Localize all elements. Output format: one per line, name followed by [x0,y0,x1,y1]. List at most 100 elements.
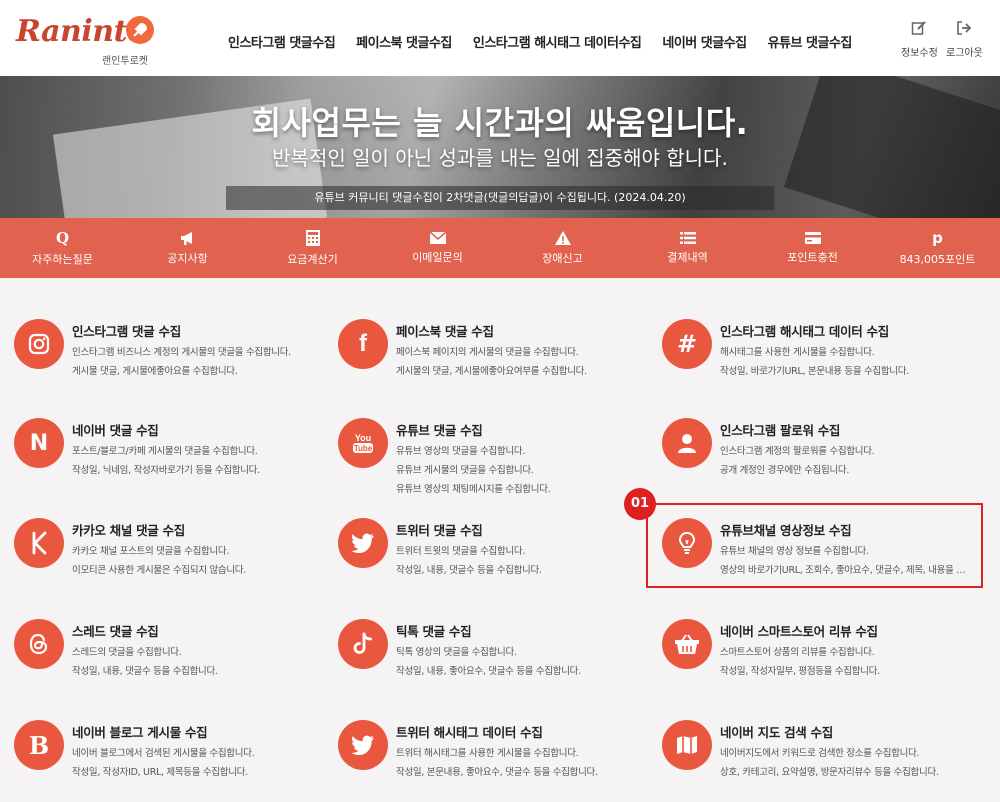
nav-item-instagram-hashtag[interactable]: 인스타그램 해시태그 데이터수집 [473,32,642,51]
service-card-youtube-comments[interactable]: You Tube 유튜브 댓글 수집 유튜브 영상의 댓글을 수집합니다. 유튜브… [338,418,658,508]
quick-notice[interactable]: 공지사항 [125,218,250,278]
service-description: 트위터 해시태그를 사용한 게시물을 수집합니다. 작성일, 본문내용, 좋아요… [396,744,646,782]
logo[interactable]: Raninto 랜인투로켓 [16,14,156,70]
nav-item-instagram-comments[interactable]: 인스타그램 댓글수집 [228,32,336,51]
quick-email[interactable]: 이메일문의 [375,218,500,278]
service-card-kakao-channel[interactable]: 카카오 채널 댓글 수집 카카오 채널 포스트의 댓글을 수집합니다. 이모티콘… [14,518,334,608]
service-description: 인스타그램 비즈니스 계정의 게시물의 댓글을 수집합니다. 게시물 댓글, 게… [72,343,322,381]
quick-payment-history-label: 결제내역 [667,251,708,264]
service-description: 카카오 채널 포스트의 댓글을 수집합니다. 이모티콘 사용한 게시물은 수집되… [72,542,322,580]
service-desc-line: 유튜브 영상의 채팅메시지를 수집합니다. [396,484,551,495]
youtube-icon: You Tube [338,418,388,468]
twitter-icon [338,518,388,568]
hero-subtitle: 반복적인 일이 아닌 성과를 내는 일에 집중해야 합니다. [272,146,728,170]
service-desc-line: 인스타그램 계정의 팔로워를 수집합니다. [720,446,875,457]
service-description: 인스타그램 계정의 팔로워를 수집합니다. 공개 계정인 경우에만 수집됩니다. [720,442,970,480]
service-card-instagram-hashtag[interactable]: # 인스타그램 해시태그 데이터 수집 해시태그를 사용한 게시물을 수집합니다… [662,319,982,409]
logout-icon [956,20,972,40]
service-desc-line: 작성일, 내용, 좋아요수, 댓글수 등을 수집합니다. [396,666,581,677]
service-card-threads-comments[interactable]: 스레드 댓글 수집 스레드의 댓글을 수집합니다. 작성일, 내용, 댓글수 등… [14,619,334,709]
service-card-twitter-comments[interactable]: 트위터 댓글 수집 트위터 트윗의 댓글을 수집합니다. 작성일, 내용, 댓글… [338,518,658,608]
profile-edit-label: 정보수정 [901,48,938,59]
service-description: 페이스북 페이지의 게시물의 댓글을 수집합니다. 게시물의 댓글, 게시물에좋… [396,343,646,381]
basket-icon [662,619,712,669]
nav-item-youtube-comments[interactable]: 유튜브 댓글수집 [768,32,853,51]
service-card-instagram-comments[interactable]: 인스타그램 댓글 수집 인스타그램 비즈니스 계정의 게시물의 댓글을 수집합니… [14,319,334,409]
service-desc-line: 네이버지도에서 키워드로 검색한 장소를 수집합니다. [720,748,920,759]
nav-item-naver-comments[interactable]: 네이버 댓글수집 [662,32,747,51]
user-icon [662,418,712,468]
logout-label: 로그아웃 [946,48,983,59]
service-desc-line: 작성일, 바로가기URL, 본문내용 등을 수집합니다. [720,366,909,377]
service-card-tiktok-comments[interactable]: 틱톡 댓글 수집 틱톡 영상의 댓글을 수집합니다. 작성일, 내용, 좋아요수… [338,619,658,709]
hero-banner: 회사업무는 늘 시간과의 싸움입니다. 반복적인 일이 아닌 성과를 내는 일에… [0,76,1000,218]
credit-card-icon [804,232,821,244]
quick-points-balance-label: 843,005포인트 [899,253,976,266]
quick-notice-label: 공지사항 [167,252,208,265]
service-desc-line: 인스타그램 비즈니스 계정의 게시물의 댓글을 수집합니다. [72,347,291,358]
quick-charge-points[interactable]: 포인트충전 [750,218,875,278]
warning-icon [554,231,571,245]
notice-ticker[interactable]: 유튜브 커뮤니티 댓글수집이 2차댓글(댓글의답글)이 수집됩니다. (2024… [226,186,774,210]
service-card-facebook-comments[interactable]: f 페이스북 댓글 수집 페이스북 페이지의 게시물의 댓글을 수집합니다. 게… [338,319,658,409]
service-desc-line: 카카오 채널 포스트의 댓글을 수집합니다. [72,546,230,557]
service-card-twitter-hashtag[interactable]: 트위터 해시태그 데이터 수집 트위터 해시태그를 사용한 게시물을 수집합니다… [338,720,658,802]
service-desc-line: 포스트/블로그/카페 게시물의 댓글을 수집합니다. [72,446,258,457]
rocket-icon [126,16,154,44]
service-desc-line: 작성일, 내용, 댓글수 등을 수집합니다. [396,565,542,576]
service-desc-line: 공개 계정인 경우에만 수집됩니다. [720,465,850,476]
service-card-naver-comments[interactable]: N 네이버 댓글 수집 포스트/블로그/카페 게시물의 댓글을 수집합니다. 작… [14,418,334,508]
service-desc-line: 작성일, 작성자일부, 평점등을 수집합니다. [720,666,880,677]
quick-email-label: 이메일문의 [412,251,463,264]
service-desc-line: 상호, 카테고리, 요약설명, 방문자리뷰수 등을 수집합니다. [720,767,939,778]
svg-text:Tube: Tube [354,444,373,453]
service-desc-line: 작성일, 본문내용, 좋아요수, 댓글수 등을 수집합니다. [396,767,598,778]
service-title: 페이스북 댓글 수집 [396,324,494,339]
service-title: 카카오 채널 댓글 수집 [72,523,185,538]
service-title: 인스타그램 팔로워 수집 [720,423,841,438]
quick-calculator[interactable]: 요금계산기 [250,218,375,278]
logo-subtitle: 랜인투로켓 [102,56,148,67]
instagram-icon [14,319,64,369]
service-desc-line: 게시물의 댓글, 게시물에좋아요여부를 수집합니다. [396,366,587,377]
service-desc-line: 유튜브 게시물의 댓글을 수집합니다. [396,465,534,476]
service-title: 인스타그램 댓글 수집 [72,324,181,339]
service-description: 포스트/블로그/카페 게시물의 댓글을 수집합니다. 작성일, 닉네임, 작성자… [72,442,322,480]
logout-button[interactable]: 로그아웃 [946,20,983,59]
quick-payment-history[interactable]: 결제내역 [625,218,750,278]
service-desc-line: 스마트스토어 상품의 리뷰를 수집합니다. [720,647,875,658]
service-description: 해시태그를 사용한 게시물을 수집합니다. 작성일, 바로가기URL, 본문내용… [720,343,970,381]
service-title: 네이버 스마트스토어 리뷰 수집 [720,624,878,639]
service-title: 트위터 댓글 수집 [396,523,483,538]
service-description: 스레드의 댓글을 수집합니다. 작성일, 내용, 댓글수 등을 수집합니다. [72,643,322,681]
quick-report[interactable]: 장애신고 [500,218,625,278]
service-title: 인스타그램 해시태그 데이터 수집 [720,324,889,339]
service-card-naver-blog-posts[interactable]: B 네이버 블로그 게시물 수집 네이버 블로그에서 검색된 게시물을 수집합니… [14,720,334,802]
quick-charge-points-label: 포인트충전 [787,251,838,264]
service-card-naver-map-search[interactable]: 네이버 지도 검색 수집 네이버지도에서 키워드로 검색한 장소를 수집합니다.… [662,720,982,802]
service-desc-line: 트위터 트윗의 댓글을 수집합니다. [396,546,526,557]
blog-b-icon: B [14,720,64,770]
threads-icon [14,619,64,669]
service-desc-line: 이모티콘 사용한 게시물은 수집되지 않습니다. [72,565,246,576]
pinterest-p-icon: p [932,229,943,247]
service-title: 네이버 지도 검색 수집 [720,725,833,740]
service-card-instagram-followers[interactable]: 인스타그램 팔로워 수집 인스타그램 계정의 팔로워를 수집합니다. 공개 계정… [662,418,982,508]
naver-icon: N [14,418,64,468]
service-description: 틱톡 영상의 댓글을 수집합니다. 작성일, 내용, 좋아요수, 댓글수 등을 … [396,643,646,681]
service-desc-line: 작성일, 닉네임, 작성자바로가기 등을 수집합니다. [72,465,260,476]
service-desc-line: 게시물 댓글, 게시물에좋아요를 수집합니다. [72,366,238,377]
profile-edit-button[interactable]: 정보수정 [901,20,938,59]
service-card-naver-smartstore-reviews[interactable]: 네이버 스마트스토어 리뷰 수집 스마트스토어 상품의 리뷰를 수집합니다. 작… [662,619,982,709]
service-title: 네이버 블로그 게시물 수집 [72,725,208,740]
edit-icon [911,20,927,40]
site-header: Raninto 랜인투로켓 인스타그램 댓글수집 페이스북 댓글수집 인스타그램… [0,0,1000,76]
service-desc-line: 해시태그를 사용한 게시물을 수집합니다. [720,347,875,358]
quick-points-balance[interactable]: p 843,005포인트 [875,218,1000,278]
envelope-icon [429,231,446,244]
nav-item-facebook-comments[interactable]: 페이스북 댓글수집 [356,32,452,51]
quick-faq-label: 자주하는질문 [32,253,93,266]
service-title: 트위터 해시태그 데이터 수집 [396,725,543,740]
quick-faq[interactable]: Q 자주하는질문 [0,218,125,278]
service-description: 트위터 트윗의 댓글을 수집합니다. 작성일, 내용, 댓글수 등을 수집합니다… [396,542,646,580]
